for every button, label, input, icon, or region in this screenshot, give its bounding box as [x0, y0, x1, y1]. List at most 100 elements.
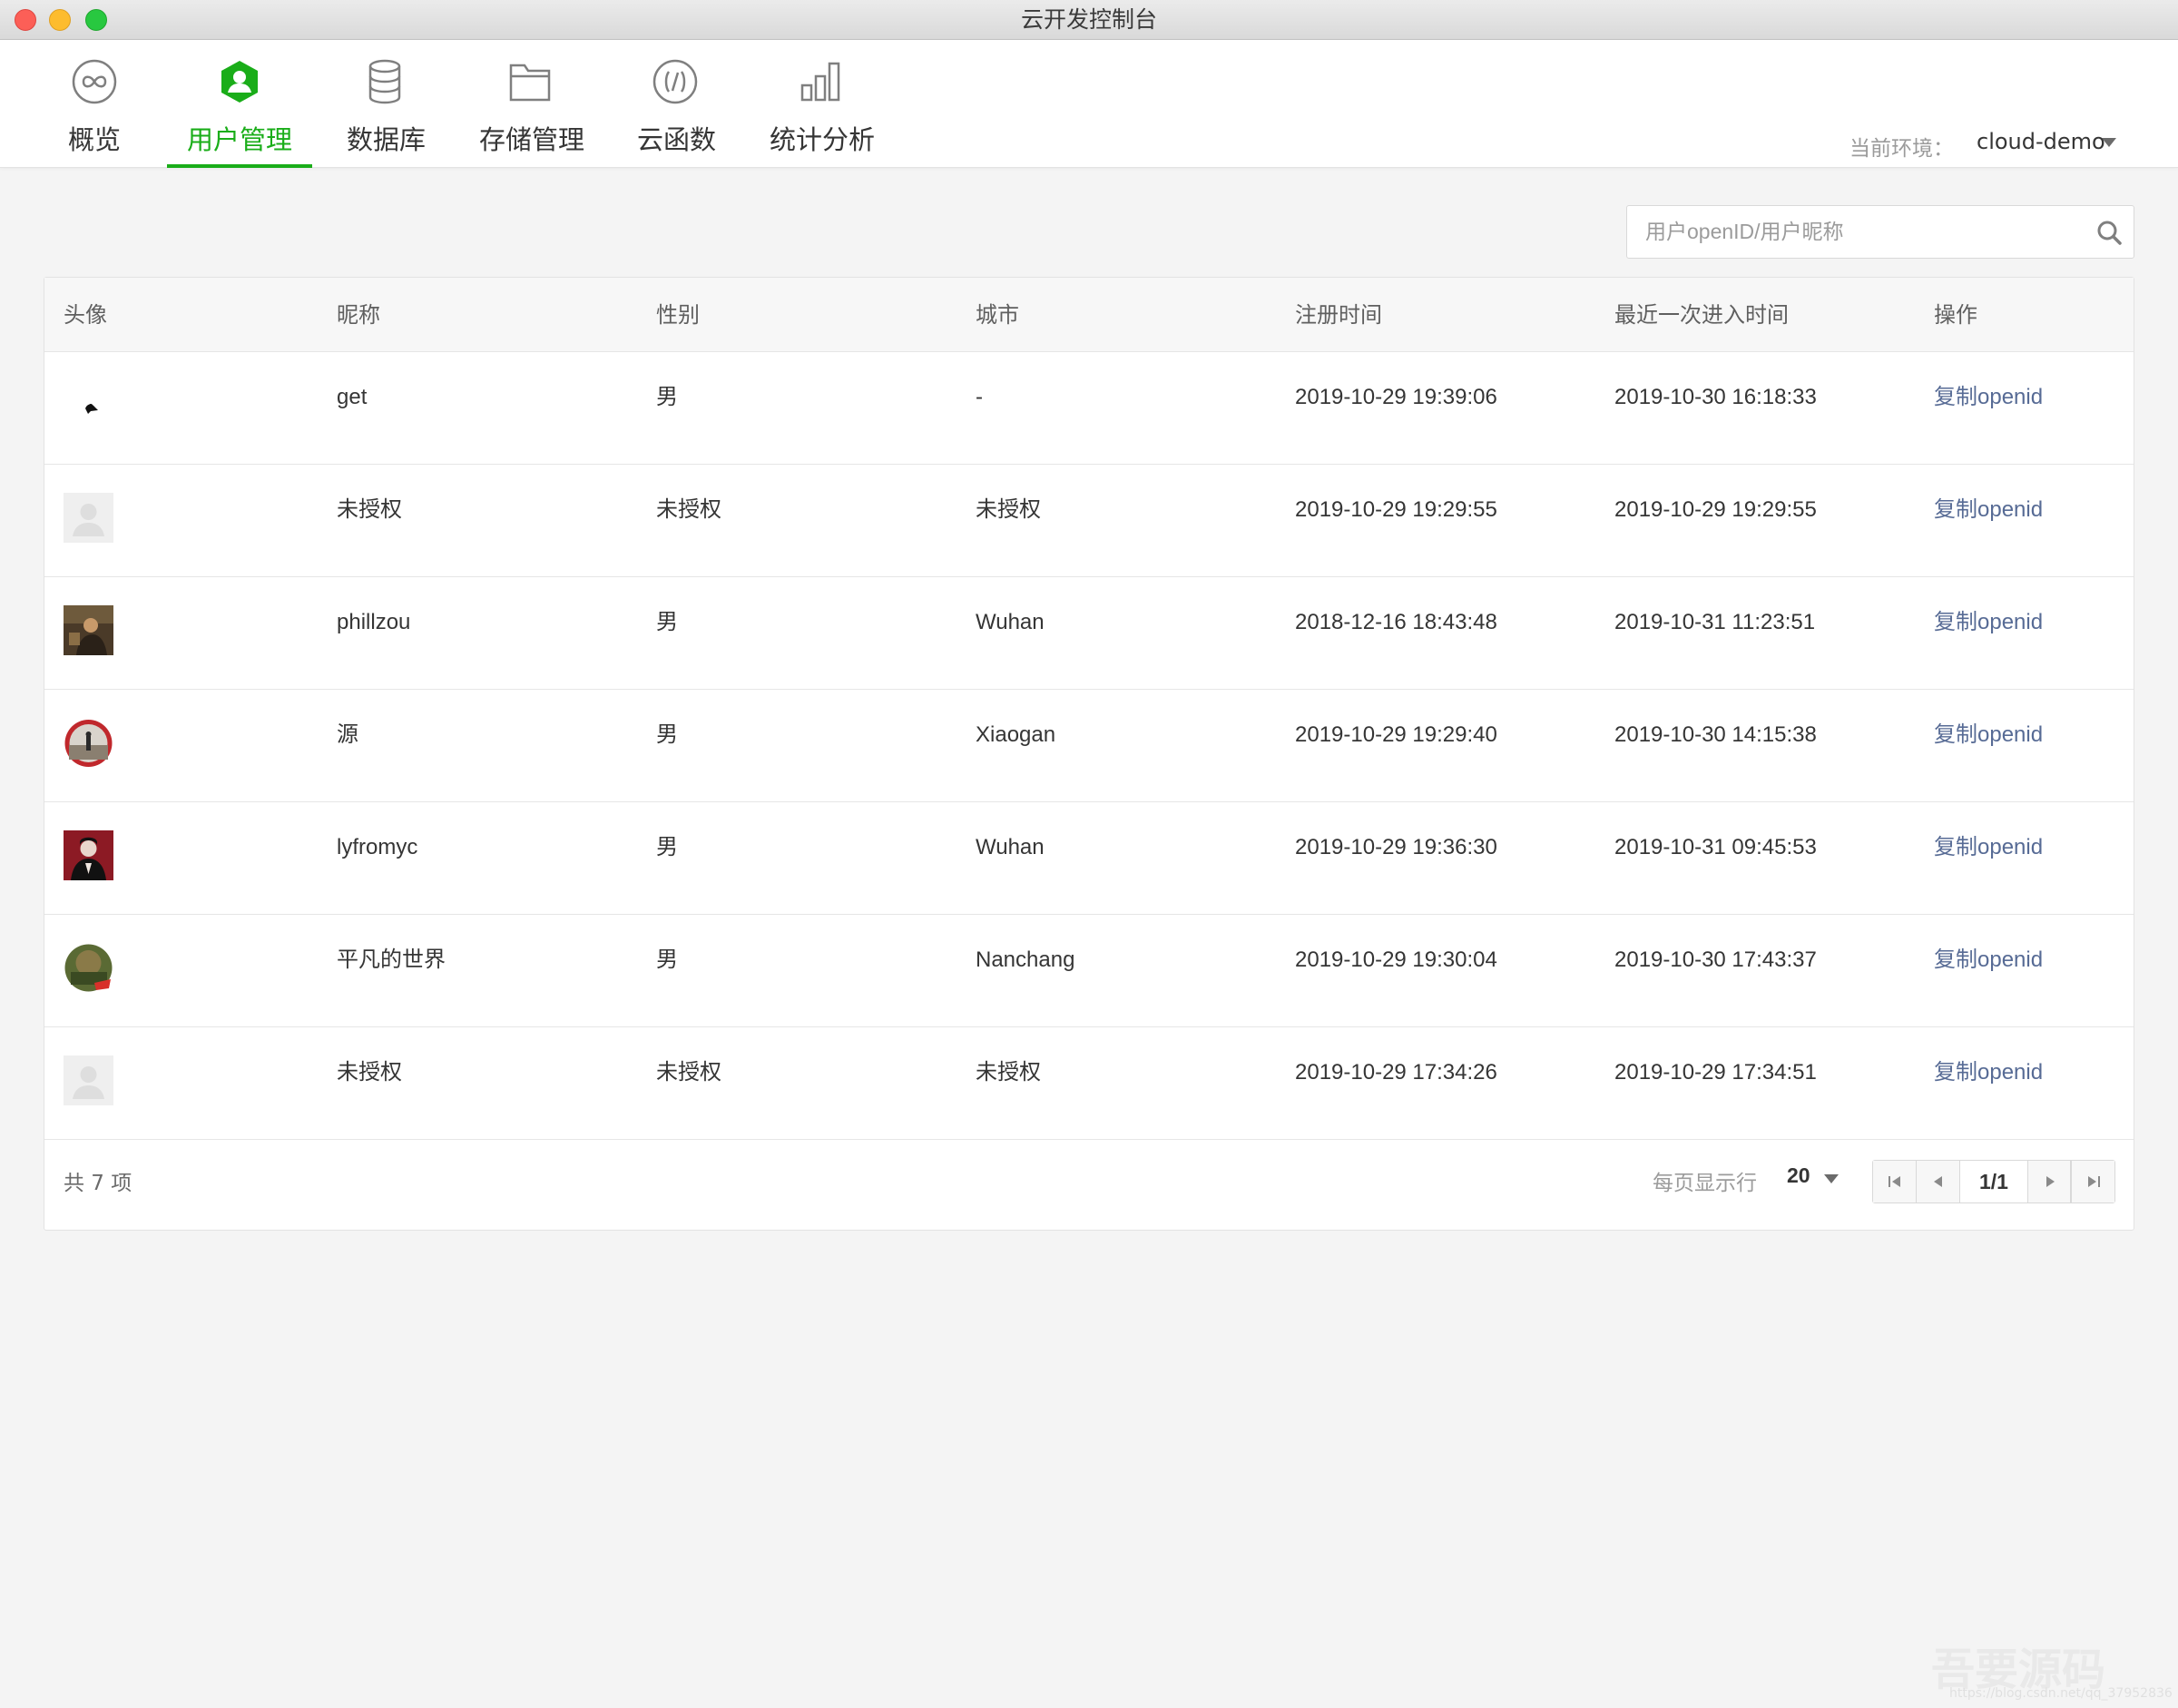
registered-cell: 2018-12-16 18:43:48: [1295, 610, 1497, 634]
gender-cell: 未授权: [656, 497, 721, 522]
copy-openid-link[interactable]: 复制openid: [1934, 352, 2043, 443]
city-cell: -: [976, 385, 983, 409]
nav-database-label: 数据库: [347, 124, 427, 155]
table-row: 未授权 未授权 未授权 2019-10-29 19:29:55 2019-10-…: [44, 465, 2134, 577]
column-header-city: 城市: [976, 302, 1019, 328]
search-box: [1626, 205, 2134, 259]
search-input[interactable]: [1645, 206, 2081, 258]
copy-openid-link[interactable]: 复制openid: [1934, 465, 2043, 555]
window-title: 云开发控制台: [1020, 6, 1157, 33]
avatar: [64, 718, 113, 768]
overview-icon: [72, 59, 117, 104]
pagination: 1/1: [1872, 1160, 2115, 1203]
column-header-avatar: 头像: [64, 302, 107, 328]
nickname-cell: lyfromyc: [337, 835, 418, 859]
nav-analytics-label: 统计分析: [770, 124, 876, 155]
chart-icon: [800, 62, 840, 102]
rows-per-page-label: 每页显示行: [1653, 1172, 1757, 1195]
gender-cell: 男: [656, 947, 678, 972]
avatar: [64, 1055, 113, 1105]
rows-per-page-select[interactable]: 20: [1787, 1163, 1810, 1188]
last-visit-cell: 2019-10-30 14:15:38: [1614, 722, 1817, 747]
last-page-icon: [2088, 1176, 2100, 1187]
gender-cell: 男: [656, 385, 678, 409]
top-navigation: 概览 用户管理 数据库 存储管理 云函数 统计分析 当前环境： cloud-de…: [0, 40, 2178, 168]
gender-cell: 未授权: [656, 1060, 721, 1085]
gender-cell: 男: [656, 722, 678, 747]
avatar: [64, 830, 113, 880]
copy-openid-link[interactable]: 复制openid: [1934, 690, 2043, 780]
table-row: get 男 - 2019-10-29 19:39:06 2019-10-30 1…: [44, 352, 2134, 465]
first-page-icon: [1889, 1176, 1900, 1187]
environment-selector[interactable]: cloud-demo: [1977, 129, 2105, 154]
nav-overview-label: 概览: [67, 124, 121, 155]
avatar: [64, 493, 113, 543]
avatar: [64, 943, 113, 993]
previous-page-button[interactable]: [1917, 1161, 1960, 1202]
nav-storage[interactable]: 存储管理: [479, 40, 585, 168]
next-page-icon: [2046, 1176, 2055, 1187]
column-header-action: 操作: [1934, 302, 1977, 328]
nickname-cell: 未授权: [337, 1060, 402, 1085]
city-cell: Wuhan: [976, 610, 1045, 634]
city-cell: 未授权: [976, 497, 1041, 522]
copy-openid-link[interactable]: 复制openid: [1934, 1027, 2043, 1118]
city-cell: Nanchang: [976, 947, 1075, 972]
last-visit-cell: 2019-10-31 11:23:51: [1614, 610, 1816, 634]
last-visit-cell: 2019-10-29 19:29:55: [1614, 497, 1817, 522]
nickname-cell: get: [337, 385, 368, 409]
window-titlebar: 云开发控制台: [0, 0, 2178, 40]
folder-icon: [509, 64, 551, 102]
avatar: [64, 605, 113, 655]
registered-cell: 2019-10-29 19:39:06: [1295, 385, 1497, 409]
column-header-registered: 注册时间: [1295, 302, 1382, 328]
last-page-button[interactable]: [2071, 1161, 2114, 1202]
nav-overview[interactable]: 概览: [58, 40, 131, 168]
nav-cloud-function[interactable]: 云函数: [637, 40, 716, 168]
city-cell: Xiaogan: [976, 722, 1056, 747]
copy-openid-link[interactable]: 复制openid: [1934, 802, 2043, 893]
registered-cell: 2019-10-29 19:29:40: [1295, 722, 1497, 747]
copy-openid-link[interactable]: 复制openid: [1934, 577, 2043, 668]
nickname-cell: phillzou: [337, 610, 411, 634]
gender-cell: 男: [656, 835, 678, 859]
user-icon: [221, 61, 258, 103]
cloud-function-icon: [652, 59, 698, 104]
nickname-cell: 未授权: [337, 497, 402, 522]
first-page-button[interactable]: [1873, 1161, 1917, 1202]
page-indicator: 1/1: [1979, 1170, 2008, 1193]
table-row: 源 男 Xiaogan 2019-10-29 19:29:40 2019-10-…: [44, 690, 2134, 802]
chevron-down-icon[interactable]: [1824, 1174, 1839, 1183]
nickname-cell: 平凡的世界: [337, 947, 446, 972]
city-cell: 未授权: [976, 1060, 1041, 1085]
column-header-last-visit: 最近一次进入时间: [1614, 302, 1789, 328]
table-header: 头像 昵称 性别 城市 注册时间 最近一次进入时间 操作: [44, 278, 2134, 352]
database-icon: [368, 59, 401, 104]
last-visit-cell: 2019-10-30 17:43:37: [1614, 947, 1817, 972]
chevron-down-icon[interactable]: [2102, 138, 2116, 147]
nav-analytics[interactable]: 统计分析: [770, 40, 876, 168]
table-row: lyfromyc 男 Wuhan 2019-10-29 19:36:30 201…: [44, 802, 2134, 915]
nav-user-management-label: 用户管理: [186, 124, 292, 155]
environment-label: 当前环境：: [1849, 137, 1954, 161]
gender-cell: 男: [656, 610, 678, 634]
registered-cell: 2019-10-29 19:30:04: [1295, 947, 1497, 972]
column-header-gender: 性别: [656, 302, 700, 328]
nav-database[interactable]: 数据库: [347, 40, 427, 168]
search-icon[interactable]: [2095, 219, 2123, 246]
last-visit-cell: 2019-10-29 17:34:51: [1614, 1060, 1817, 1085]
registered-cell: 2019-10-29 19:36:30: [1295, 835, 1497, 859]
avatar: [64, 380, 113, 430]
registered-cell: 2019-10-29 17:34:26: [1295, 1060, 1497, 1085]
nav-user-management[interactable]: 用户管理: [167, 40, 312, 168]
copy-openid-link[interactable]: 复制openid: [1934, 915, 2043, 1006]
table-row: 未授权 未授权 未授权 2019-10-29 17:34:26 2019-10-…: [44, 1027, 2134, 1140]
nav-storage-label: 存储管理: [479, 124, 585, 155]
previous-page-icon: [1934, 1176, 1942, 1187]
nickname-cell: 源: [337, 722, 358, 747]
next-page-button[interactable]: [2027, 1161, 2071, 1202]
user-table-panel: 头像 昵称 性别 城市 注册时间 最近一次进入时间 操作 get 男 - 201…: [44, 277, 2134, 1231]
registered-cell: 2019-10-29 19:29:55: [1295, 497, 1497, 522]
total-count: 共 7 项: [64, 1172, 132, 1195]
column-header-nickname: 昵称: [337, 302, 380, 328]
